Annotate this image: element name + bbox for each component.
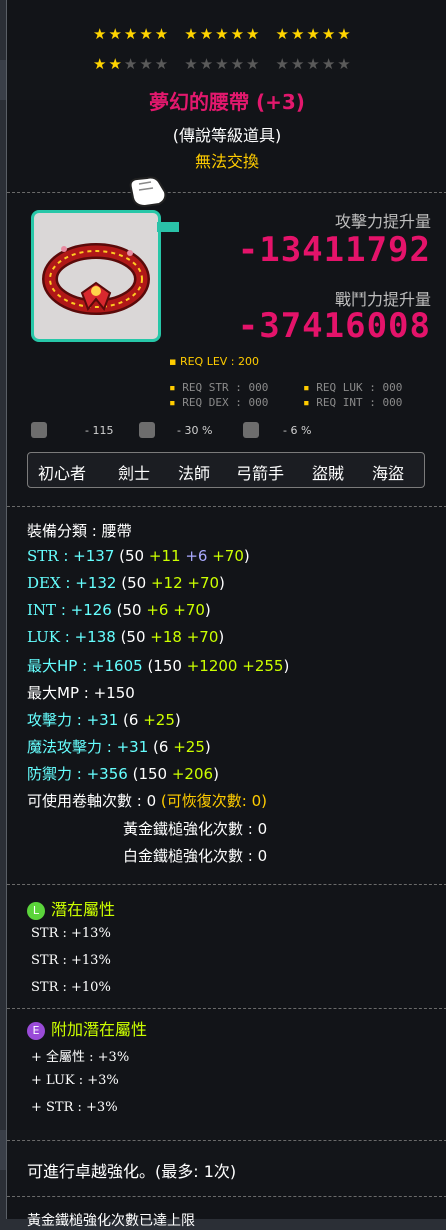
belt-icon (42, 243, 150, 315)
divider (7, 1008, 446, 1009)
job-pirate: 海盜 (372, 464, 405, 483)
req-dex: ▪ REQ DEX : 000 (169, 396, 269, 409)
equip-category: 裝備分類 : 腰帶 (27, 522, 132, 540)
hand-cursor-icon (125, 170, 169, 214)
item-tooltip: ★★★★★ ★★★★★ ★★★★★ ★★★★★ ★★★★★ ★★★★★ 夢幻的腰帶 (+… (6, 0, 446, 1229)
epic-badge-icon: E (27, 1021, 45, 1040)
item-name: 夢幻的腰帶 (+3) (149, 90, 305, 114)
bonus-potential-header: E 附加潛在屬性 (27, 1016, 147, 1040)
level-reduction-icon (31, 422, 47, 438)
star-force-row-2: ★★★★★ ★★★★★ ★★★★★ (93, 55, 353, 73)
potential-header: L 潛在屬性 (27, 896, 115, 920)
divider (7, 192, 446, 193)
job-warrior: 劍士 (118, 464, 151, 483)
potential-line: STR : +13% (31, 953, 111, 968)
flag-marker (157, 222, 179, 232)
divider (7, 884, 446, 885)
divider (7, 1196, 446, 1197)
stat-magic-attack: 魔法攻擊力 : +31 (6 +25) (27, 738, 211, 756)
job-beginner: 初心者 (38, 464, 87, 483)
divider (7, 1140, 446, 1141)
golden-hammer-count: 黃金鐵槌強化次數 : 0 (123, 820, 268, 838)
divider (7, 506, 446, 507)
legendary-badge-icon: L (27, 901, 45, 920)
stat-max-hp: 最大HP : +1605 (150 +1200 +255) (27, 657, 290, 675)
stat-int: INT : +126 (50 +6 +70) (27, 601, 211, 619)
item-grade: (傳說等級道具) (172, 126, 282, 145)
job-magician: 法師 (178, 464, 211, 483)
cut-off-note: 黃金鐵槌強化次數已達上限 (27, 1213, 195, 1229)
stat-defense: 防禦力 : +356 (150 +206) (27, 765, 219, 783)
stat-attack: 攻擊力 : +31 (6 +25) (27, 711, 181, 729)
potential-line: STR : +10% (31, 980, 111, 995)
ignore-defense-value: - 6 % (283, 424, 312, 437)
bonus-potential-line: + 全屬性 : +3% (31, 1050, 130, 1065)
attack-increase-value: -13411792 (237, 230, 431, 270)
job-thief: 盜賊 (312, 464, 345, 483)
req-level: ▪ REQ LEV : 200 (169, 355, 259, 368)
level-reduction-value: - 115 (85, 424, 114, 437)
stat-max-mp: 最大MP : +150 (27, 684, 135, 702)
exceptional-enhance-note: 可進行卓越強化。(最多: 1次) (27, 1162, 237, 1181)
modifier-row: - 115 - 30 % - 6 % (27, 422, 437, 442)
boss-damage-value: - 30 % (177, 424, 213, 437)
item-icon-frame (31, 210, 161, 342)
power-increase-value: -37416008 (237, 306, 431, 346)
job-requirements: 初心者 劍士 法師 弓箭手 盜賊 海盜 (27, 452, 425, 488)
stat-str: STR : +137 (50 +11 +6 +70) (27, 547, 250, 565)
ignore-defense-icon (243, 422, 259, 438)
scroll-slots: 可使用卷軸次數 : 0 (可恢復次數: 0) (27, 792, 267, 810)
bonus-potential-line: + STR : +3% (31, 1100, 118, 1115)
req-int: ▪ REQ INT : 000 (303, 396, 403, 409)
stat-dex: DEX : +132 (50 +12 +70) (27, 574, 225, 592)
boss-damage-icon (139, 422, 155, 438)
trade-status: 無法交換 (194, 152, 259, 171)
potential-line: STR : +13% (31, 926, 111, 941)
req-str: ▪ REQ STR : 000 (169, 381, 269, 394)
bonus-potential-line: + LUK : +3% (31, 1073, 119, 1088)
stat-luk: LUK : +138 (50 +18 +70) (27, 628, 225, 646)
platinum-hammer-count: 白金鐵槌強化次數 : 0 (123, 847, 268, 865)
req-luk: ▪ REQ LUK : 000 (303, 381, 403, 394)
attack-increase-label: 攻擊力提升量 (334, 212, 431, 231)
job-bowman: 弓箭手 (236, 464, 285, 483)
star-force-row-1: ★★★★★ ★★★★★ ★★★★★ (93, 25, 353, 43)
